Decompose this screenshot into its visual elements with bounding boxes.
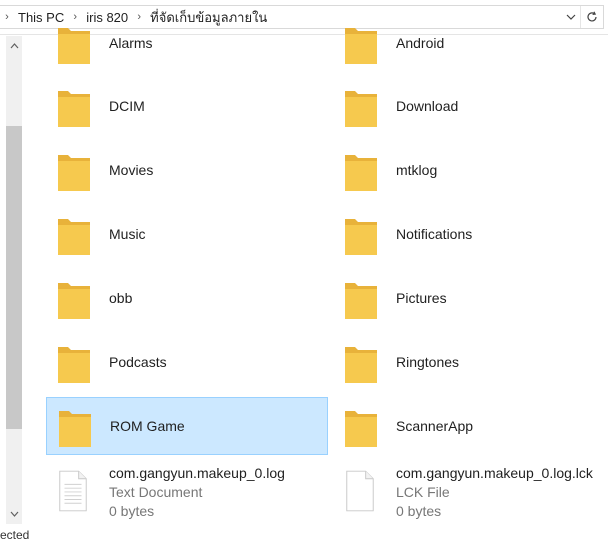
folder-item-music[interactable]: Music <box>46 205 328 263</box>
blank-file-icon <box>346 470 374 512</box>
folder-icon <box>58 155 90 191</box>
folder-name: mtklog <box>396 162 438 178</box>
folder-icon <box>58 283 90 319</box>
file-type: Text Document <box>109 484 203 500</box>
folder-name: Android <box>396 35 445 51</box>
text-document-icon <box>59 470 87 512</box>
folder-name: Notifications <box>396 226 473 242</box>
folder-name: obb <box>109 290 133 306</box>
folder-icon <box>58 28 90 64</box>
file-type: LCK File <box>396 484 450 500</box>
file-name: com.gangyun.makeup_0.log <box>109 465 285 481</box>
folder-item-ringtones[interactable]: Ringtones <box>333 333 603 391</box>
folder-name: DCIM <box>109 98 145 114</box>
folder-name: Alarms <box>109 35 153 51</box>
status-text: ected <box>0 528 30 542</box>
folder-item-podcasts[interactable]: Podcasts <box>46 333 328 391</box>
folder-icon <box>345 155 377 191</box>
folder-name: Music <box>109 226 146 242</box>
file-item-lck[interactable]: com.gangyun.makeup_0.log.lck LCK File 0 … <box>333 459 603 523</box>
folder-item-movies[interactable]: Movies <box>46 141 328 199</box>
folder-icon <box>345 283 377 319</box>
folder-name: Download <box>396 98 459 114</box>
folder-icon <box>345 91 377 127</box>
folder-item-mtklog[interactable]: mtklog <box>333 141 603 199</box>
folder-icon <box>345 219 377 255</box>
folder-item-alarms[interactable]: Alarms <box>46 14 328 72</box>
folder-name: Movies <box>109 162 154 178</box>
folder-icon <box>345 411 377 447</box>
folder-icon <box>59 411 91 447</box>
file-name: com.gangyun.makeup_0.log.lck <box>396 465 593 481</box>
folder-item-download[interactable]: Download <box>333 77 603 135</box>
folder-icon <box>58 219 90 255</box>
folder-name: Pictures <box>396 290 447 306</box>
folder-item-pictures[interactable]: Pictures <box>333 269 603 327</box>
file-size: 0 bytes <box>109 503 155 519</box>
folder-icon <box>58 91 90 127</box>
folder-icon <box>345 28 377 64</box>
folder-item-android[interactable]: Android <box>333 14 603 72</box>
folder-name: Podcasts <box>109 354 167 370</box>
file-list: Alarms Android DCIM Download Movies mtkl… <box>0 0 608 545</box>
folder-name: ScannerApp <box>396 418 474 434</box>
folder-name: Ringtones <box>396 354 460 370</box>
folder-item-obb[interactable]: obb <box>46 269 328 327</box>
folder-name: ROM Game <box>110 418 185 434</box>
folder-item-dcim[interactable]: DCIM <box>46 77 328 135</box>
file-item-log[interactable]: com.gangyun.makeup_0.log Text Document 0… <box>46 459 328 523</box>
folder-icon <box>345 347 377 383</box>
folder-icon <box>58 347 90 383</box>
folder-item-notifications[interactable]: Notifications <box>333 205 603 263</box>
folder-item-scannerapp[interactable]: ScannerApp <box>333 397 603 455</box>
file-size: 0 bytes <box>396 503 442 519</box>
folder-item-rom-game[interactable]: ROM Game <box>46 397 328 455</box>
